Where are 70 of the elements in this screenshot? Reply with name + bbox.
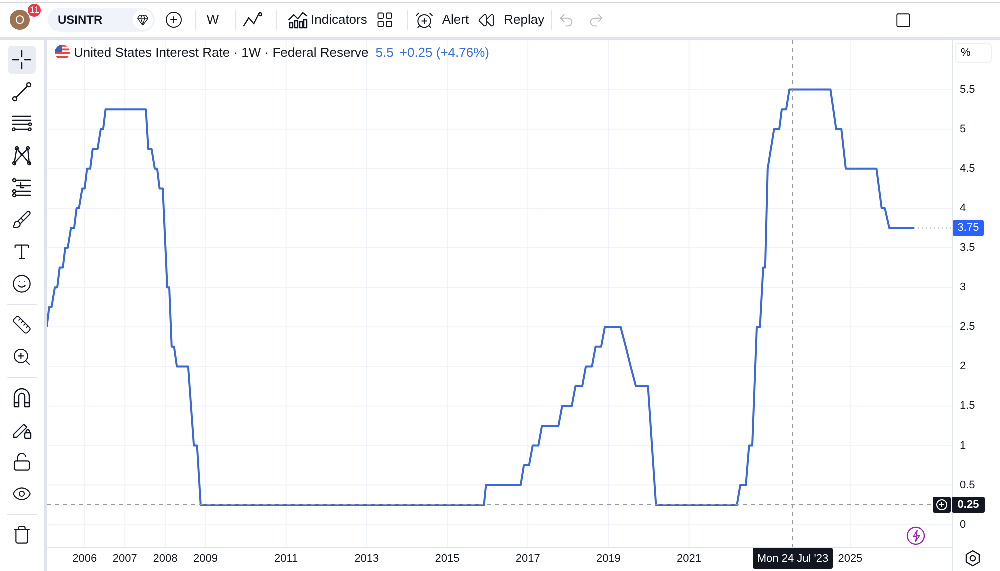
price-axis-label: 3.5 <box>960 242 976 254</box>
bar-chart-icon <box>288 11 308 29</box>
grid-icon <box>376 11 394 29</box>
zoom-in-icon <box>12 347 32 367</box>
price-axis-label: 4 <box>960 202 966 214</box>
open-lock-icon <box>12 452 32 472</box>
brush-icon <box>12 210 32 230</box>
layout-button[interactable] <box>376 11 394 29</box>
crosshair-price-badge: 0.25 <box>952 497 985 513</box>
trash-icon <box>12 525 32 545</box>
last-value: 5.5 <box>376 45 394 60</box>
time-axis-label: 2019 <box>596 553 621 565</box>
panel-toggle-button[interactable] <box>895 12 912 28</box>
flag-icon <box>55 45 70 60</box>
text-icon <box>12 242 32 262</box>
time-axis-label: 2017 <box>516 553 540 565</box>
zigzag-nodes-icon <box>12 146 32 166</box>
unit-label: % <box>955 43 992 63</box>
time-axis-label: 2008 <box>153 553 178 565</box>
rewind-icon <box>478 12 496 28</box>
symbol-search-button[interactable]: USINTR <box>48 8 155 32</box>
chart-title: United States Interest Rate · 1W · Federal Reserve <box>74 45 369 60</box>
add-symbol-button[interactable] <box>165 11 183 29</box>
crosshair-icon <box>12 50 32 70</box>
price-axis-label: 5 <box>960 123 966 136</box>
indicators-button[interactable]: Indicators <box>288 10 368 30</box>
lightning-icon[interactable] <box>906 526 926 546</box>
time-axis-label: 2021 <box>677 553 702 565</box>
redo-icon <box>588 12 605 28</box>
time-axis-label: 2025 <box>838 553 863 565</box>
crosshair-button[interactable] <box>8 46 36 74</box>
chart-type-button[interactable] <box>243 12 263 28</box>
y-axis-title: % <box>961 47 971 59</box>
undo-icon <box>558 12 575 28</box>
time-axis-label: 2009 <box>194 553 218 565</box>
plus-circle-icon <box>165 11 183 29</box>
price-axis-label: 2 <box>960 360 966 373</box>
line-segment-icon <box>12 82 32 102</box>
price-axis-label: 2.5 <box>960 321 976 334</box>
last-price-badge: 3.75 <box>953 220 984 236</box>
settings-icon[interactable] <box>966 550 980 567</box>
time-axis-label: 2011 <box>274 553 298 565</box>
gem-icon[interactable] <box>133 10 153 30</box>
price-axis-label: 0 <box>960 518 966 531</box>
last-price-line <box>914 228 952 229</box>
interval-button[interactable]: W <box>205 10 221 30</box>
time-axis-label: 2007 <box>112 553 138 565</box>
crosshair-time-badge: Mon 24 Jul '23 <box>753 548 833 569</box>
price-axis-label: 4.5 <box>960 162 976 175</box>
ruler-icon <box>12 315 32 335</box>
notification-badge: 11 <box>27 3 42 18</box>
labeled-lines-icon <box>12 178 32 198</box>
price-axis-label: 1.5 <box>960 400 976 412</box>
smiley-icon <box>12 274 32 294</box>
magnet-icon <box>13 388 31 408</box>
horizontal-lines-icon <box>12 114 32 134</box>
replay-button[interactable]: Replay <box>478 10 545 30</box>
line-chart-icon <box>243 12 263 28</box>
time-axis-label: 2015 <box>435 553 460 565</box>
price-axis-label: 0.5 <box>960 479 976 492</box>
price-axis-label: 3 <box>960 282 966 294</box>
alert-button[interactable]: Alert <box>415 10 470 30</box>
alarm-clock-icon <box>415 10 434 30</box>
time-axis-label: 2013 <box>354 553 380 565</box>
price-axis-label: 1 <box>960 440 966 452</box>
price-axis-label: 5.5 <box>960 84 976 96</box>
avatar[interactable]: O <box>10 10 30 30</box>
price-change: +0.25 (+4.76%) <box>400 45 490 60</box>
time-axis-label: 2006 <box>72 553 98 565</box>
square-icon <box>895 12 912 28</box>
